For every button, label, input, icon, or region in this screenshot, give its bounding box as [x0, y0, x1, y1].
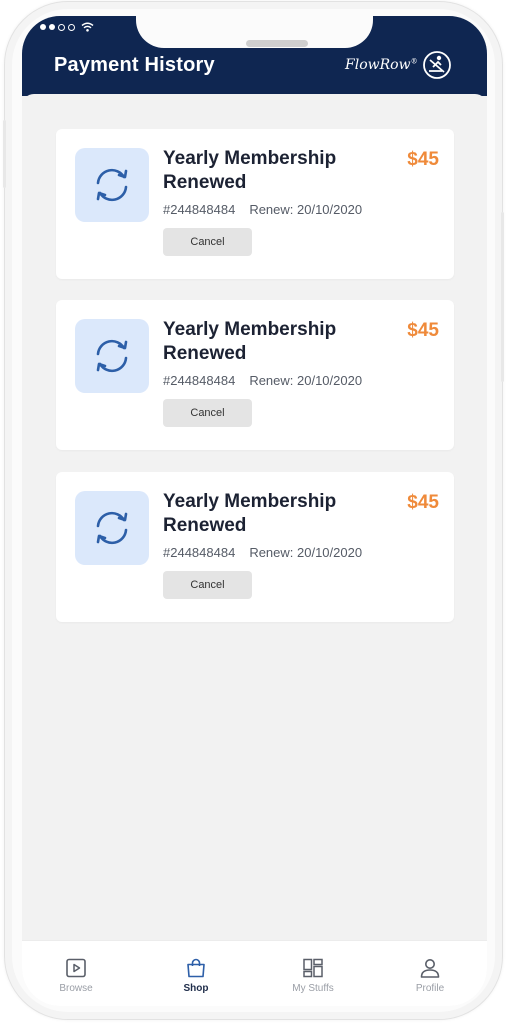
renew-cycle-icon [75, 148, 149, 222]
payment-card: Yearly Membership Renewed $45 #244848484… [56, 472, 454, 622]
shopping-bag-icon [187, 958, 205, 978]
renew-date: Renew: 20/10/2020 [249, 373, 363, 388]
payment-price: $45 [407, 149, 439, 170]
side-button-right [501, 212, 504, 382]
signal-dot-icon [58, 23, 65, 31]
user-icon [420, 959, 440, 978]
logo-text: FlowRow [345, 57, 411, 73]
cancel-button[interactable]: Cancel [163, 228, 252, 256]
bottom-tab-bar: Browse Shop My Stuffs Profile [22, 940, 487, 1006]
payment-id: #244848484 [163, 545, 236, 560]
tab-profile[interactable]: Profile [380, 941, 480, 1006]
phone-speaker [246, 40, 308, 47]
tab-label: Profile [415, 983, 445, 994]
page-title: Payment History [54, 54, 215, 76]
side-button-left [3, 120, 6, 188]
renew-date: Renew: 20/10/2020 [249, 202, 363, 217]
payment-price: $45 [407, 492, 439, 513]
dashboard-grid-icon [303, 958, 323, 978]
payment-title: Yearly Membership Renewed [163, 491, 337, 536]
logo-registered-mark: ® [410, 57, 418, 66]
content-area [22, 94, 487, 108]
tab-label: Browse [59, 983, 93, 994]
renew-cycle-icon [75, 491, 149, 565]
payment-meta: #244848484 Renew: 20/10/2020 [163, 373, 362, 388]
signal-dot-icon [40, 24, 46, 30]
signal-dot-icon [49, 24, 55, 30]
payment-id: #244848484 [163, 373, 236, 388]
payment-title: Yearly Membership Renewed [163, 319, 337, 364]
tab-shop[interactable]: Shop [146, 941, 246, 1006]
rower-icon [422, 51, 451, 79]
renew-cycle-icon [75, 319, 149, 393]
play-square-icon [66, 958, 86, 978]
signal-dot-icon [68, 23, 75, 31]
payment-card: Yearly Membership Renewed $45 #244848484… [56, 300, 454, 450]
status-bar [40, 20, 94, 34]
cancel-button[interactable]: Cancel [163, 399, 252, 427]
payment-price: $45 [407, 320, 439, 341]
wifi-icon [81, 22, 94, 32]
payment-meta: #244848484 Renew: 20/10/2020 [163, 202, 362, 217]
cancel-button[interactable]: Cancel [163, 571, 252, 599]
tab-label: Shop [183, 983, 209, 994]
tab-browse[interactable]: Browse [26, 941, 126, 1006]
tab-my-stuffs[interactable]: My Stuffs [263, 941, 363, 1006]
app-screen: Payment History FlowRow® Yearly Membersh… [22, 16, 487, 1006]
payment-title: Yearly Membership Renewed [163, 148, 337, 193]
payment-meta: #244848484 Renew: 20/10/2020 [163, 545, 362, 560]
tab-label: My Stuffs [292, 983, 334, 994]
renew-date: Renew: 20/10/2020 [249, 545, 363, 560]
brand-logo: FlowRow® [345, 50, 452, 80]
payment-id: #244848484 [163, 202, 236, 217]
payment-card: Yearly Membership Renewed $45 #244848484… [56, 129, 454, 279]
